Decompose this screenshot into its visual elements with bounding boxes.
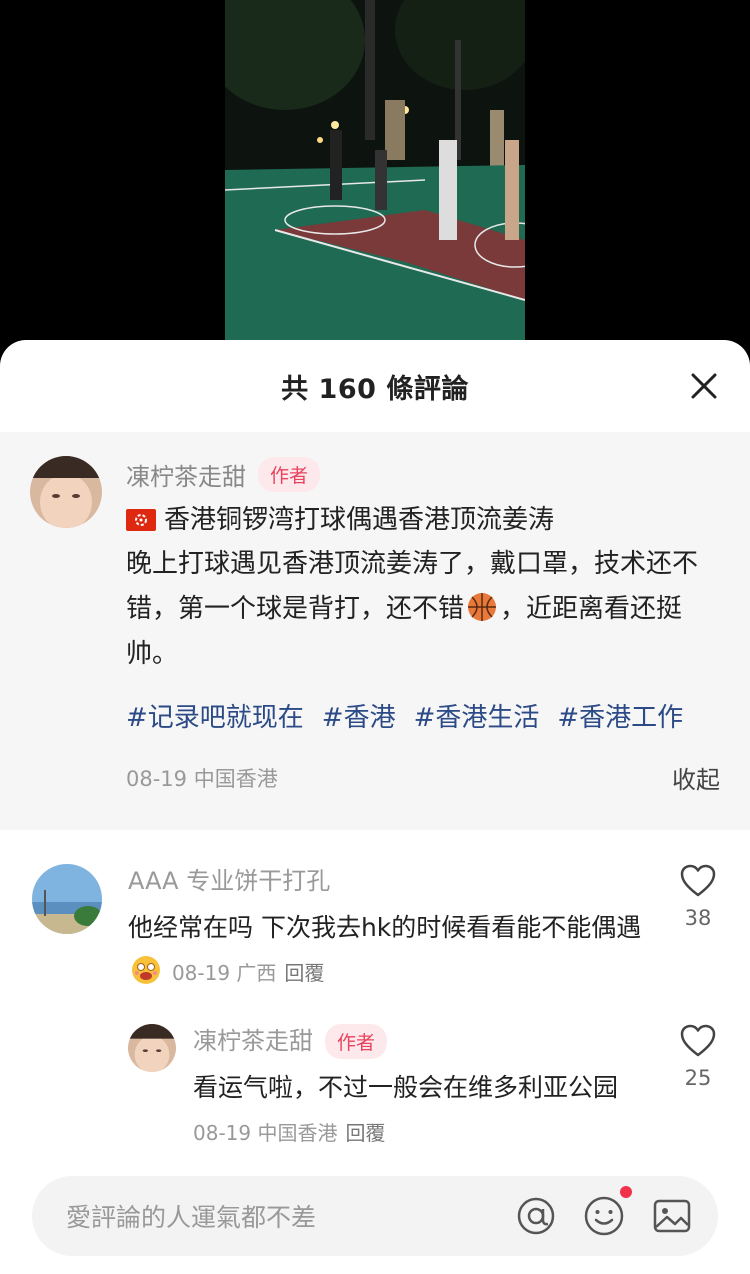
notification-dot [620,1186,632,1198]
author-badge: 作者 [325,1023,388,1059]
comment-item[interactable]: AAA 专业饼干打孔 他经常在吗 下次我去hk的时候看看能不能偶遇 08-19 … [0,864,750,1024]
like-count: 38 [684,906,712,930]
sheet-header: 共 160 條評論 [0,340,750,432]
basketball-icon [468,593,497,621]
reply-button[interactable]: 回覆 [345,1121,385,1145]
reply-meta: 08-19 中国香港 [193,1121,338,1145]
post-meta: 08-19 中国香港 收起 [126,760,720,795]
tag-hong-kong-work[interactable]: #香港工作 [557,697,683,734]
comment-input[interactable]: 愛評論的人運氣都不差 [66,1198,514,1234]
comment-text: 他经常在吗 下次我去hk的时候看看能不能偶遇 08-19 广西 回覆 [128,906,648,995]
tag-list: #记录吧就现在 #香港 #香港生活 #香港工作 [126,697,720,734]
reply-text: 看运气啦，不过一般会在维多利亚公园 08-19 中国香港 回覆 [193,1066,643,1155]
comment-meta: 08-19 广西 [171,961,277,985]
author-badge: 作者 [258,456,321,492]
post-text: 晚上打球遇见香港顶流姜涛了，戴口罩，技术还不错，第一个球是背打，还不错 ，近距离看… [126,542,720,677]
basketball-court-video-image [225,0,525,340]
close-icon[interactable] [688,370,720,402]
drooling-face-icon [132,956,160,984]
video-frame[interactable] [225,0,525,340]
like-count: 25 [684,1066,712,1090]
tag-hong-kong[interactable]: #香港 [322,697,396,734]
comment-count-title: 共 160 條評論 [281,373,469,405]
reply-text-body: 看运气啦，不过一般会在维多利亚公园 [193,1073,619,1102]
reply-item[interactable]: 凍柠茶走甜 作者 看运气啦，不过一般会在维多利亚公园 08-19 中国香港 回覆… [0,1023,750,1174]
heart-outline-icon [680,1024,716,1057]
replier-avatar[interactable] [128,1024,176,1072]
image-icon[interactable] [650,1194,694,1238]
post-date-location: 08-19 中国香港 [126,766,278,791]
heart-outline-icon [680,864,716,897]
hong-kong-flag-icon [126,509,156,531]
replier-name[interactable]: 凍柠茶走甜 [193,1024,313,1058]
commenter-name[interactable]: AAA 专业饼干打孔 [128,864,648,898]
tag-hong-kong-life[interactable]: #香港生活 [414,697,540,734]
author-name[interactable]: 凍柠茶走甜 [126,457,246,492]
comment-text-body: 他经常在吗 下次我去hk的时候看看能不能偶遇 [128,913,642,942]
like-button[interactable]: 25 [676,1024,720,1090]
at-icon[interactable] [514,1194,558,1238]
commenter-avatar[interactable] [32,864,102,934]
post-title: 香港铜锣湾打球偶遇香港顶流姜涛 [126,498,720,542]
like-button[interactable]: 38 [676,864,720,930]
author-avatar[interactable] [30,456,102,528]
collapse-button[interactable]: 收起 [672,760,720,795]
comments-sheet: 共 160 條評論 凍柠茶走甜 作者 香港铜锣湾打球偶遇香港顶流姜涛 晚上打球遇… [0,340,750,1274]
post-description: 凍柠茶走甜 作者 香港铜锣湾打球偶遇香港顶流姜涛 晚上打球遇见香港顶流姜涛了，戴… [0,432,750,830]
emoji-button[interactable] [582,1186,632,1238]
smiley-icon [584,1196,624,1236]
tag-record-now[interactable]: #记录吧就现在 [126,697,304,734]
comment-input-bar[interactable]: 愛評論的人運氣都不差 [32,1176,718,1256]
post-title-text: 香港铜锣湾打球偶遇香港顶流姜涛 [164,505,555,535]
video-area[interactable] [0,0,750,360]
reply-button[interactable]: 回覆 [284,961,324,985]
